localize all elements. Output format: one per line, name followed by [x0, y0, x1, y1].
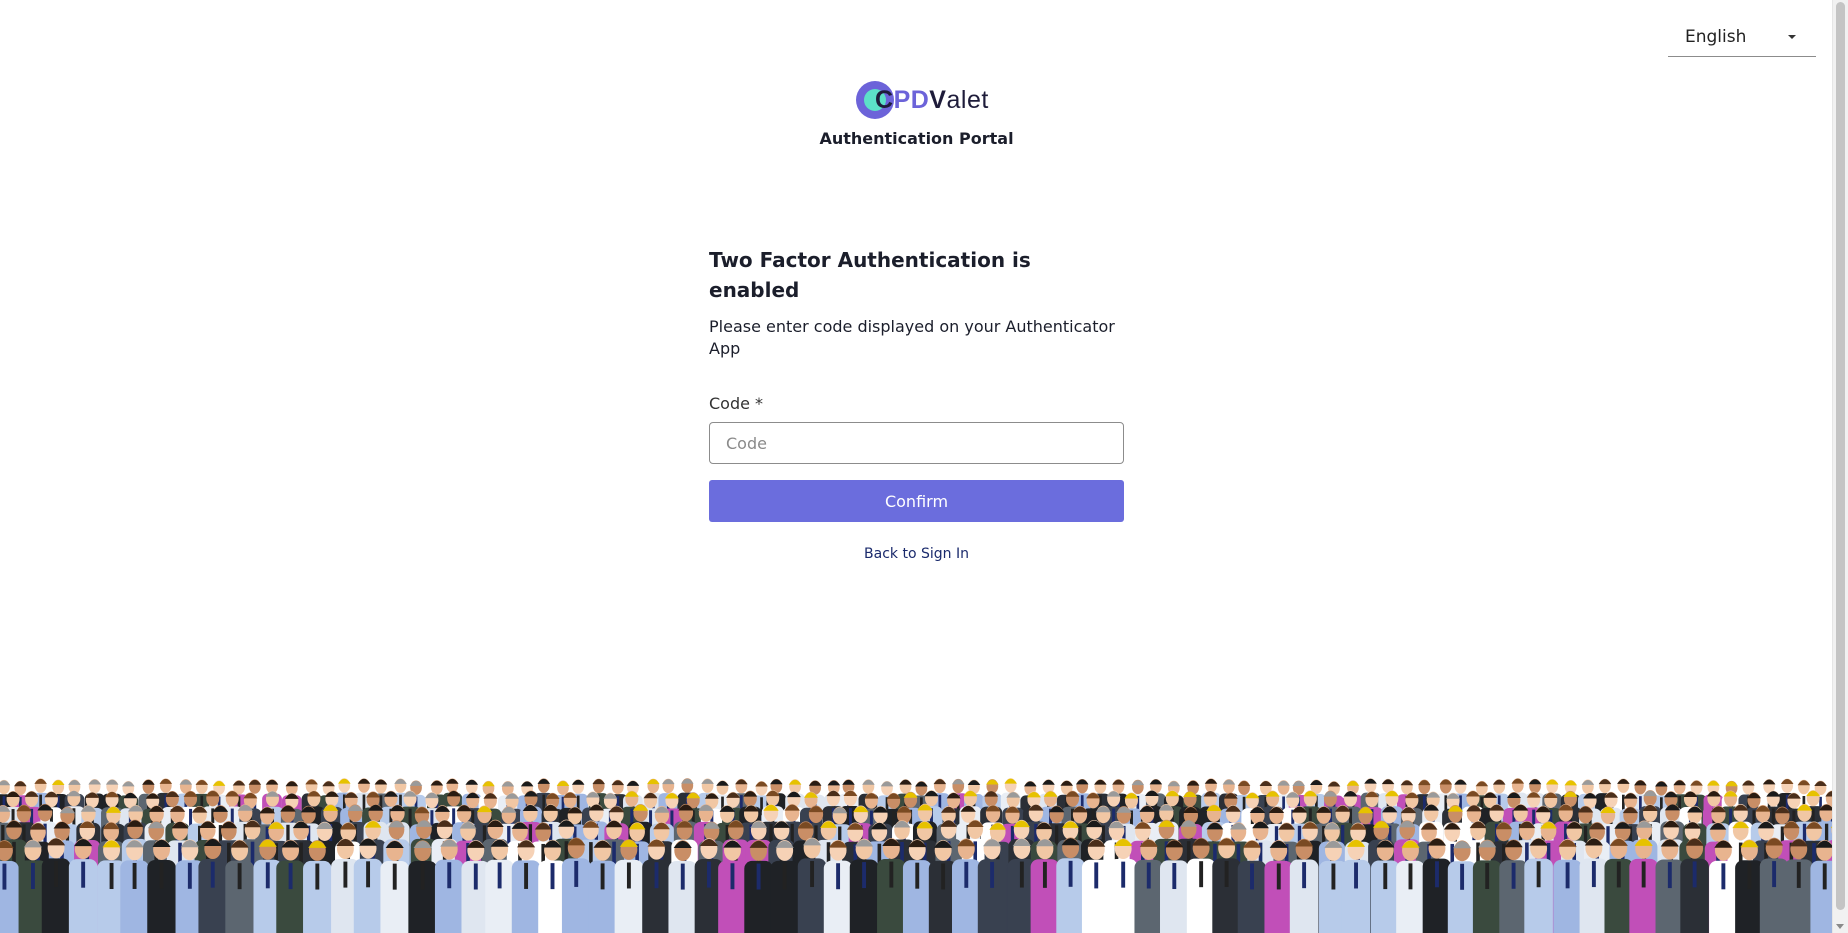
- form-title: Two Factor Authentication is enabled: [709, 248, 1031, 302]
- logo-wordmark: CPDValet: [875, 85, 989, 114]
- auth-page: English CPDValet Authentication Portal T…: [0, 0, 1848, 933]
- chevron-down-icon: [1788, 35, 1796, 39]
- language-select-value: English: [1685, 27, 1747, 47]
- code-input[interactable]: [709, 422, 1124, 464]
- scrollbar[interactable]: [1832, 0, 1848, 933]
- confirm-button[interactable]: Confirm: [709, 480, 1124, 522]
- scroll-down-arrow-icon[interactable]: [1836, 924, 1844, 929]
- back-to-sign-in-link[interactable]: Back to Sign In: [709, 546, 1124, 562]
- code-label: Code *: [709, 394, 764, 413]
- language-select[interactable]: English: [1668, 18, 1816, 57]
- scrollbar-thumb[interactable]: [1836, 2, 1845, 910]
- two-factor-form: Two Factor Authentication is enabled Ple…: [709, 245, 1124, 562]
- brand-logo: CPDValet: [856, 80, 989, 120]
- crowd-illustration: [0, 778, 1833, 933]
- portal-title: Authentication Portal: [819, 129, 1014, 148]
- form-subtitle: Please enter code displayed on your Auth…: [709, 317, 1115, 358]
